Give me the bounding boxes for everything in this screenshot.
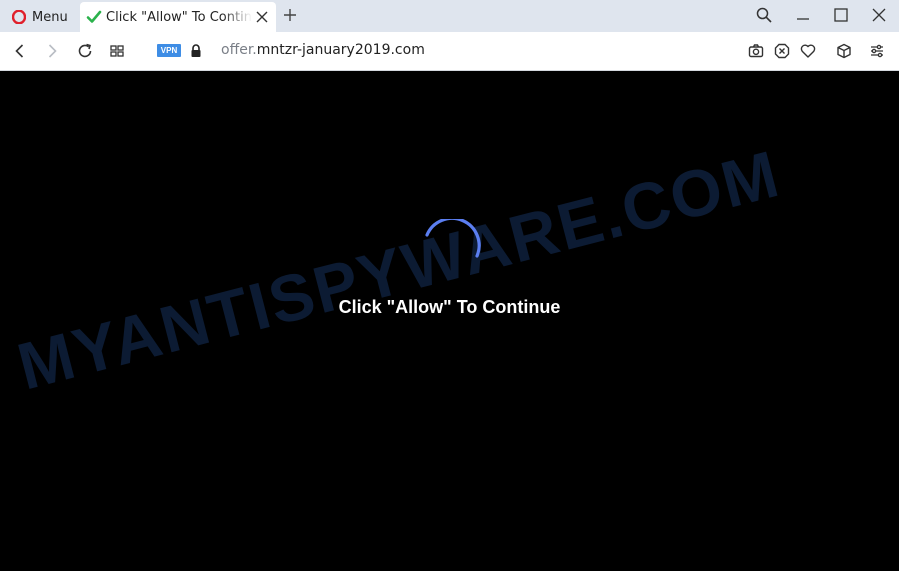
continue-message: Click "Allow" To Continue	[338, 297, 561, 317]
heart-icon[interactable]	[799, 42, 817, 60]
opera-logo-icon	[12, 10, 26, 24]
tab-title: Click "Allow" To Continue	[106, 9, 252, 25]
adblock-icon[interactable]	[773, 42, 791, 60]
vpn-badge[interactable]: VPN	[157, 44, 181, 57]
menu-label: Menu	[32, 9, 68, 25]
back-arrow-icon[interactable]	[11, 42, 29, 60]
camera-icon[interactable]	[747, 42, 765, 60]
tab-active[interactable]: Click "Allow" To Continue	[80, 2, 276, 32]
grid-icon[interactable]	[108, 42, 126, 60]
url-text[interactable]: offer.mntzr-january2019.com	[221, 42, 425, 58]
check-icon	[86, 10, 102, 23]
tab-strip: Menu Click "Allow" To Continue	[0, 0, 899, 32]
loading-spinner-icon	[425, 219, 481, 258]
menu-button[interactable]: Menu	[6, 4, 74, 30]
plus-icon[interactable]	[282, 7, 298, 23]
page-content: MYANTISPYWARE.COM Click "Allow" To Conti…	[0, 71, 899, 571]
lock-icon[interactable]	[187, 42, 205, 60]
minimize-icon[interactable]	[794, 6, 812, 24]
close-icon[interactable]	[254, 9, 270, 25]
forward-arrow-icon[interactable]	[43, 42, 61, 60]
search-icon[interactable]	[755, 6, 773, 24]
url-subdomain: offer.	[221, 42, 257, 58]
close-window-icon[interactable]	[870, 6, 888, 24]
cube-icon[interactable]	[835, 42, 853, 60]
sliders-icon[interactable]	[868, 42, 886, 60]
maximize-icon[interactable]	[832, 6, 850, 24]
url-domain: mntzr-january2019.com	[256, 42, 425, 58]
browser-window: Menu Click "Allow" To Continue VPN offer…	[0, 0, 899, 571]
reload-icon[interactable]	[76, 42, 94, 60]
address-toolbar: VPN offer.mntzr-january2019.com	[0, 32, 899, 71]
watermark: MYANTISPYWARE.COM	[10, 135, 788, 404]
